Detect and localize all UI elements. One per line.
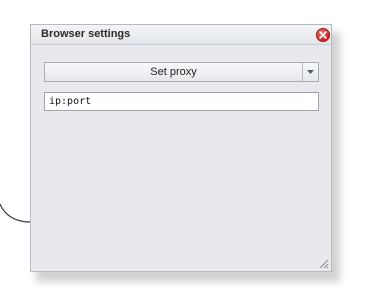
- close-icon: [319, 31, 327, 39]
- proxy-mode-selected-value: Set proxy: [150, 66, 197, 78]
- browser-settings-dialog: Browser settings Set proxy: [30, 24, 332, 272]
- proxy-address-input[interactable]: [44, 92, 319, 111]
- close-button[interactable]: [316, 28, 330, 42]
- chevron-down-icon: [307, 70, 314, 74]
- resize-grip-icon[interactable]: [317, 257, 329, 269]
- workspace-canvas: Browser settings Set proxy: [0, 0, 366, 298]
- dropdown-arrow-button[interactable]: [302, 63, 318, 81]
- proxy-mode-select[interactable]: Set proxy: [44, 62, 319, 82]
- dialog-title: Browser settings: [41, 28, 131, 40]
- dialog-titlebar[interactable]: Browser settings: [31, 25, 331, 45]
